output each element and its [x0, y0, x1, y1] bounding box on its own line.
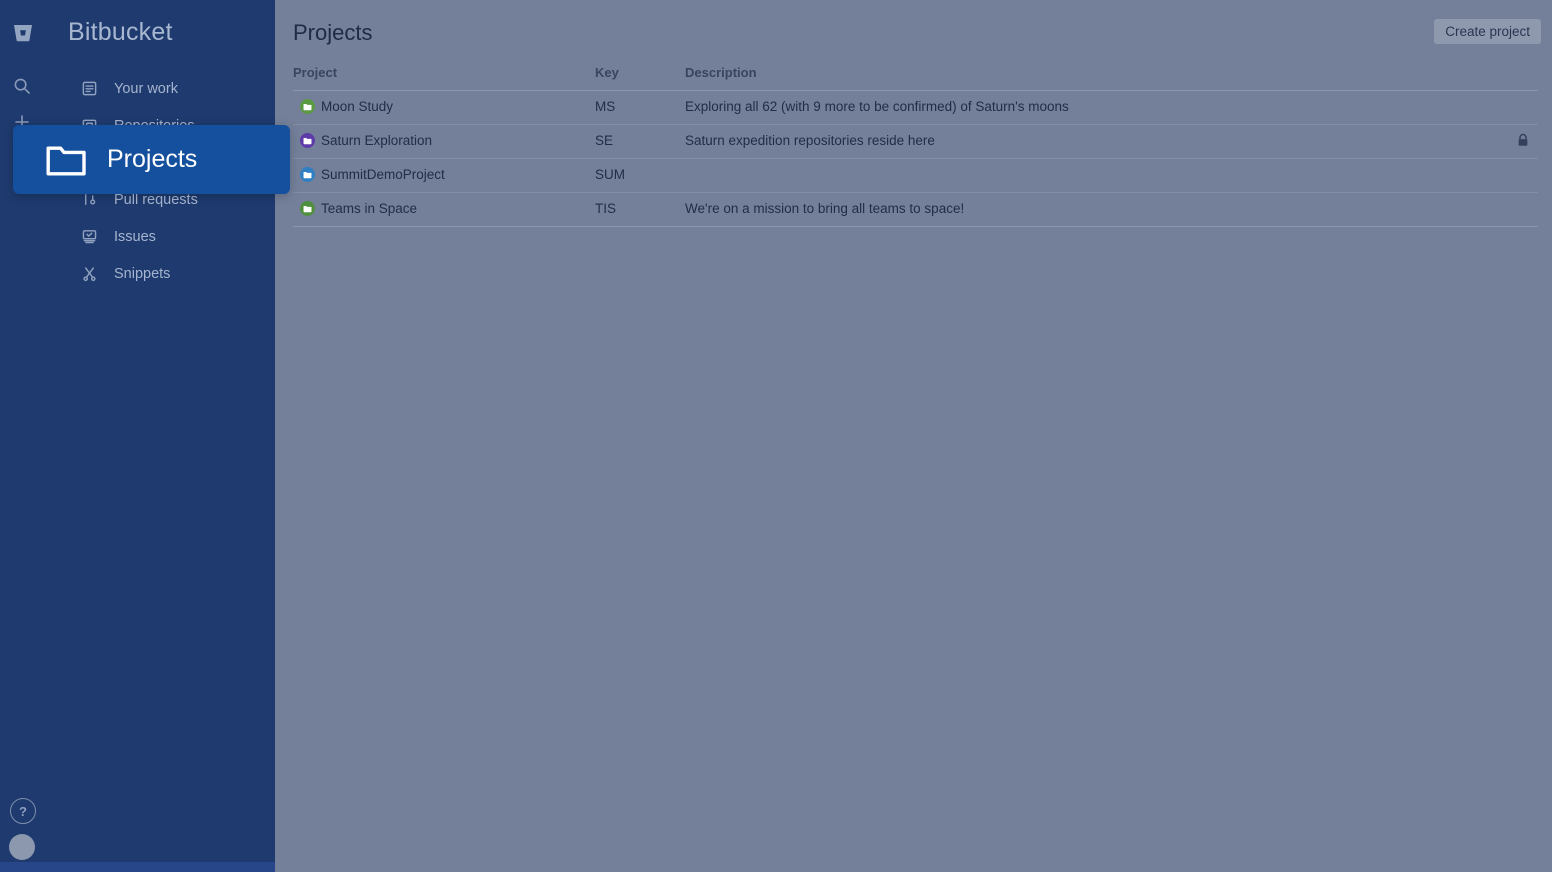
table-row[interactable]: SummitDemoProject SUM — [293, 159, 1538, 193]
project-description: We're on a mission to bring all teams to… — [685, 201, 965, 216]
project-key: MS — [595, 99, 616, 114]
help-icon[interactable]: ? — [10, 798, 36, 824]
issues-icon — [79, 227, 99, 247]
column-header-project[interactable]: Project — [293, 65, 337, 80]
project-avatar-icon — [300, 99, 315, 114]
project-key: TIS — [595, 201, 617, 216]
table-row[interactable]: Saturn Exploration SE Saturn expedition … — [293, 125, 1538, 159]
project-description: Exploring all 62 (with 9 more to be conf… — [685, 99, 1069, 114]
project-name[interactable]: Moon Study — [321, 99, 393, 114]
create-project-button[interactable]: Create project — [1434, 19, 1541, 44]
project-name[interactable]: Saturn Exploration — [321, 133, 432, 148]
project-avatar-icon — [300, 167, 315, 182]
sidebar-item-issues[interactable]: Issues — [0, 218, 275, 255]
table-row[interactable]: Moon Study MS Exploring all 62 (with 9 m… — [293, 91, 1538, 125]
sidebar-item-your-work[interactable]: Your work — [0, 70, 275, 107]
sidebar-item-label: Your work — [114, 80, 178, 97]
column-header-key[interactable]: Key — [595, 65, 619, 80]
avatar[interactable] — [9, 834, 35, 860]
table-row[interactable]: Teams in Space TIS We're on a mission to… — [293, 193, 1538, 227]
column-header-description[interactable]: Description — [685, 65, 757, 80]
sidebar-item-snippets[interactable]: Snippets — [0, 255, 275, 292]
snippets-scissors-icon — [79, 264, 99, 284]
your-work-icon — [79, 79, 99, 99]
projects-highlight-overlay[interactable]: Projects — [13, 125, 290, 194]
sidebar-bottom-strip — [0, 862, 275, 872]
projects-table: Project Key Description Moon Study MS Ex… — [293, 62, 1538, 227]
sidebar-item-label: Issues — [114, 228, 156, 245]
brand-title: Bitbucket — [68, 18, 173, 46]
private-lock-icon — [1516, 133, 1530, 148]
sidebar-item-label: Snippets — [114, 265, 171, 282]
project-avatar-icon — [300, 201, 315, 216]
projects-highlight-label: Projects — [107, 145, 198, 173]
app-root: Projects Create project Project Key Desc… — [0, 0, 1552, 872]
folder-icon — [44, 142, 88, 178]
project-key: SE — [595, 133, 614, 148]
page-title: Projects — [293, 20, 373, 45]
table-header-row: Project Key Description — [293, 62, 1538, 91]
project-description: Saturn expedition repositories reside he… — [685, 133, 935, 148]
project-avatar-icon — [300, 133, 315, 148]
project-name[interactable]: SummitDemoProject — [321, 167, 445, 182]
project-name[interactable]: Teams in Space — [321, 201, 417, 216]
main-content: Projects Create project Project Key Desc… — [275, 0, 1552, 872]
project-key: SUM — [595, 167, 625, 182]
